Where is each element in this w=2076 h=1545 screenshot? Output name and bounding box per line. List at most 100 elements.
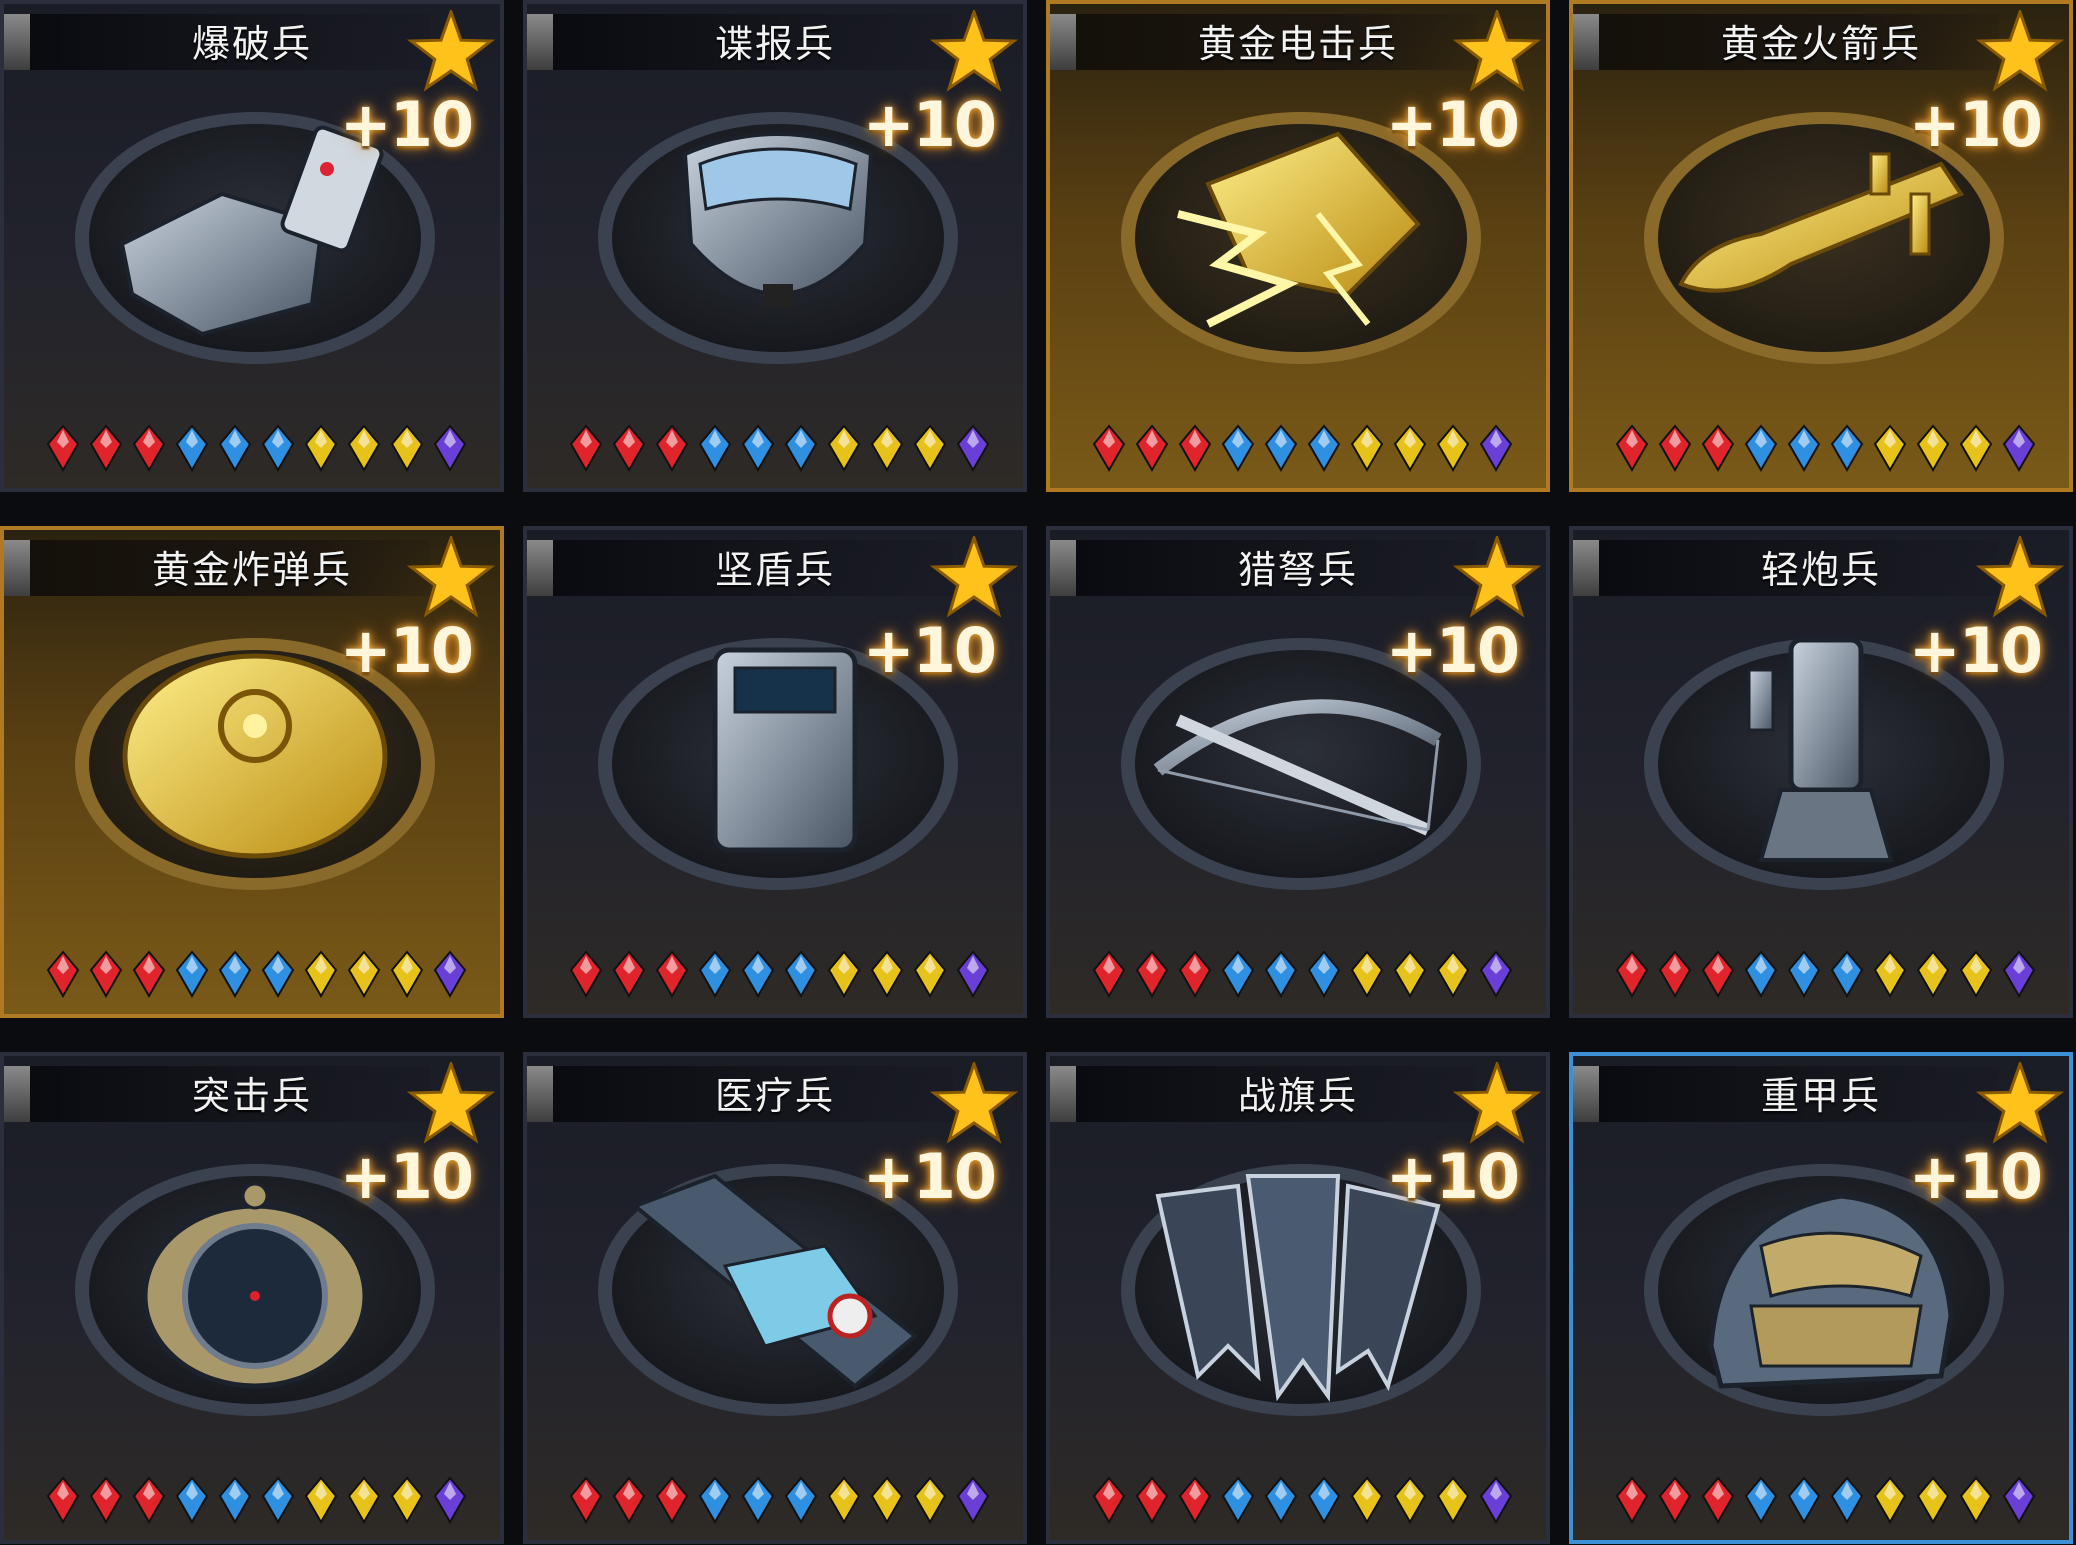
gem-blue [741, 1476, 775, 1525]
gem-blue [698, 1476, 732, 1525]
gem-red [1615, 1476, 1649, 1525]
upgrade-level: +10 [339, 88, 474, 161]
gem-yellow [1959, 1476, 1993, 1525]
gem-red [132, 424, 166, 473]
unit-card[interactable]: 猎弩兵 +10 [1046, 526, 1550, 1018]
gem-row [565, 422, 995, 474]
star-icon [1975, 533, 2065, 622]
unit-card[interactable]: 坚盾兵 +10 [523, 526, 1027, 1018]
upgrade-level: +10 [1908, 614, 2043, 687]
gem-yellow [870, 1476, 904, 1525]
gem-row [1088, 948, 1518, 1000]
star-icon [929, 7, 1019, 96]
unit-card[interactable]: 黄金火箭兵 +10 [1569, 0, 2073, 492]
star-icon [1452, 7, 1542, 96]
gem-row [42, 422, 472, 474]
gem-blue [1787, 950, 1821, 999]
gem-yellow [827, 950, 861, 999]
star-icon [406, 7, 496, 96]
gem-purple [1479, 950, 1513, 999]
card-notch [1573, 1066, 1599, 1122]
gem-red [1615, 950, 1649, 999]
gem-row [1611, 422, 2041, 474]
gem-yellow [1350, 950, 1384, 999]
card-notch [527, 1066, 553, 1122]
gem-purple [2002, 424, 2036, 473]
gem-blue [175, 424, 209, 473]
unit-card[interactable]: 医疗兵 +10 [523, 1052, 1027, 1544]
gem-yellow [390, 424, 424, 473]
gem-red [89, 950, 123, 999]
gem-blue [218, 950, 252, 999]
unit-card[interactable]: 爆破兵 +10 [0, 0, 504, 492]
gem-blue [1307, 424, 1341, 473]
gem-yellow [390, 950, 424, 999]
card-notch [1050, 540, 1076, 596]
gem-red [132, 950, 166, 999]
gem-yellow [870, 424, 904, 473]
gem-purple [956, 950, 990, 999]
gem-yellow [1393, 950, 1427, 999]
unit-card[interactable]: 突击兵 +10 [0, 1052, 504, 1544]
unit-card[interactable]: 重甲兵 +10 [1569, 1052, 2073, 1544]
gem-blue [1221, 424, 1255, 473]
unit-card[interactable]: 黄金电击兵 +10 [1046, 0, 1550, 492]
gem-blue [1307, 1476, 1341, 1525]
unit-name: 猎弩兵 [1237, 548, 1358, 592]
gem-blue [1307, 950, 1341, 999]
gem-yellow [1959, 424, 1993, 473]
gem-blue [175, 950, 209, 999]
gem-red [132, 1476, 166, 1525]
unit-card[interactable]: 轻炮兵 +10 [1569, 526, 2073, 1018]
gem-blue [1221, 950, 1255, 999]
star-icon [929, 533, 1019, 622]
unit-card[interactable]: 战旗兵 +10 [1046, 1052, 1550, 1544]
gem-red [612, 424, 646, 473]
gem-yellow [913, 424, 947, 473]
gem-yellow [1393, 1476, 1427, 1525]
gem-purple [1479, 424, 1513, 473]
unit-card[interactable]: 黄金炸弹兵 +10 [0, 526, 504, 1018]
card-notch [527, 540, 553, 596]
star-icon [1452, 1059, 1542, 1148]
card-notch [1573, 14, 1599, 70]
unit-name: 坚盾兵 [714, 548, 835, 592]
gem-yellow [1350, 1476, 1384, 1525]
gem-red [1658, 424, 1692, 473]
gem-blue [1264, 1476, 1298, 1525]
star-icon [406, 533, 496, 622]
gem-red [1178, 950, 1212, 999]
gem-red [89, 1476, 123, 1525]
gem-yellow [1436, 424, 1470, 473]
gem-purple [956, 424, 990, 473]
unit-card[interactable]: 谍报兵 +10 [523, 0, 1027, 492]
gem-blue [1264, 950, 1298, 999]
gem-blue [1221, 1476, 1255, 1525]
gem-yellow [347, 950, 381, 999]
gem-blue [698, 424, 732, 473]
unit-name: 谍报兵 [714, 22, 835, 66]
gem-blue [784, 424, 818, 473]
card-notch [4, 14, 30, 70]
upgrade-level: +10 [1385, 1140, 1520, 1213]
gem-red [612, 950, 646, 999]
gem-yellow [347, 424, 381, 473]
gem-red [569, 424, 603, 473]
gem-row [565, 948, 995, 1000]
gem-red [46, 950, 80, 999]
gem-row [1088, 422, 1518, 474]
gem-yellow [1393, 424, 1427, 473]
gem-yellow [1350, 424, 1384, 473]
gem-yellow [913, 950, 947, 999]
unit-name: 医疗兵 [714, 1074, 835, 1118]
unit-name: 轻炮兵 [1760, 548, 1881, 592]
gem-row [1088, 1474, 1518, 1526]
gem-purple [433, 1476, 467, 1525]
gem-red [655, 424, 689, 473]
gem-red [46, 424, 80, 473]
gem-blue [261, 424, 295, 473]
gem-yellow [304, 1476, 338, 1525]
gem-blue [218, 424, 252, 473]
gem-blue [784, 950, 818, 999]
gem-red [655, 950, 689, 999]
